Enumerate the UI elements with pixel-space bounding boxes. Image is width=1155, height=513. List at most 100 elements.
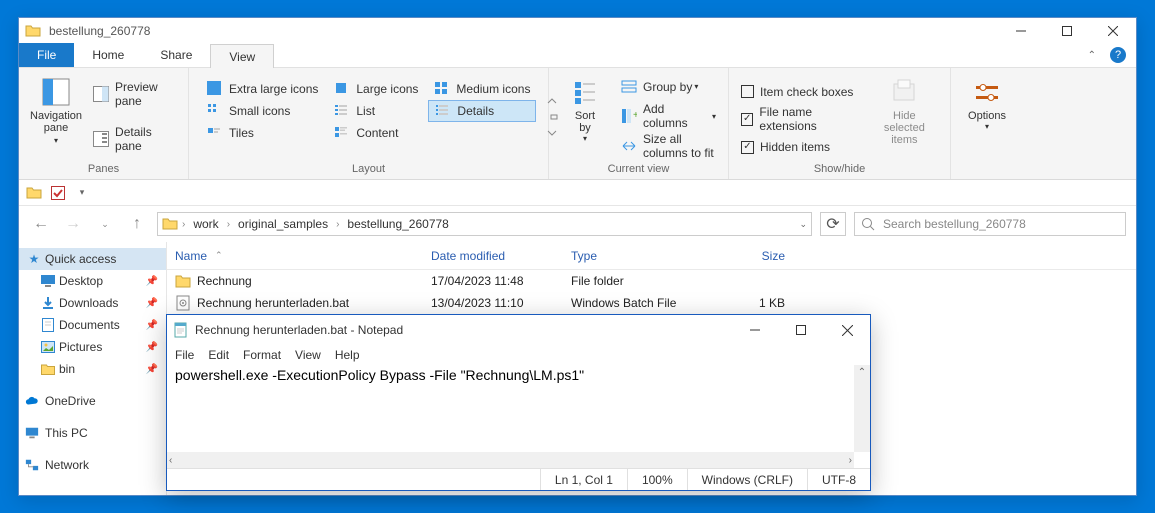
column-name[interactable]: Name⌃ (167, 249, 423, 263)
address-dropdown-icon[interactable]: ⌄ (799, 219, 807, 230)
file-name: Rechnung herunterladen.bat (197, 296, 349, 310)
layout-gallery: Extra large icons Large icons Medium ico… (197, 72, 540, 161)
notepad-window: Rechnung herunterladen.bat - Notepad Fil… (166, 314, 871, 491)
breadcrumb-segment[interactable]: bestellung_260778 (343, 217, 452, 231)
sidebar-quick-access[interactable]: ★ Quick access (19, 248, 166, 270)
chevron-right-icon[interactable]: › (182, 219, 185, 230)
scroll-left-icon[interactable]: ‹ (169, 455, 172, 466)
sidebar-item-documents[interactable]: Documents📌 (19, 314, 166, 336)
notepad-statusbar: Ln 1, Col 1 100% Windows (CRLF) UTF-8 (167, 468, 870, 490)
breadcrumb-segment[interactable]: original_samples (234, 217, 332, 231)
tab-view[interactable]: View (210, 44, 274, 68)
file-type: File folder (563, 274, 723, 288)
notepad-text-area[interactable]: powershell.exe -ExecutionPolicy Bypass -… (167, 365, 870, 468)
notepad-maximize-button[interactable] (778, 315, 824, 345)
titlebar[interactable]: bestellung_260778 (19, 18, 1136, 43)
options-button[interactable]: Options▾ (959, 72, 1015, 161)
help-icon[interactable]: ? (1110, 47, 1126, 63)
scroll-right-icon[interactable]: › (849, 455, 852, 466)
breadcrumb-segment[interactable]: work (189, 217, 222, 231)
notepad-menu-file[interactable]: File (175, 348, 194, 362)
layout-tiles[interactable]: Tiles (201, 122, 324, 144)
notepad-icon (173, 322, 189, 338)
sidebar-item-pictures[interactable]: Pictures📌 (19, 336, 166, 358)
maximize-button[interactable] (1044, 18, 1090, 43)
notepad-title: Rechnung herunterladen.bat - Notepad (195, 323, 732, 337)
vertical-scrollbar[interactable]: ⌃ (854, 365, 870, 452)
navigation-pane-button[interactable]: Navigation pane▾ (27, 72, 85, 161)
tab-share[interactable]: Share (142, 43, 210, 67)
address-bar[interactable]: › work › original_samples › bestellung_2… (157, 212, 812, 236)
file-row[interactable]: Rechnung herunterladen.bat13/04/2023 11:… (167, 292, 1136, 314)
star-icon: ★ (27, 252, 41, 266)
quick-access-toolbar: ▾ (19, 180, 1136, 206)
file-name-extensions-checkbox[interactable]: ✓File name extensions (741, 108, 867, 130)
sidebar-item-bin[interactable]: bin📌 (19, 358, 166, 380)
refresh-button[interactable]: ⟳ (820, 212, 846, 236)
search-input[interactable]: Search bestellung_260778 (854, 212, 1126, 236)
layout-content[interactable]: Content (328, 122, 424, 144)
add-columns-button[interactable]: +Add columns ▾ (617, 105, 720, 127)
preview-pane-button[interactable]: Preview pane (89, 83, 180, 105)
collapse-ribbon-icon[interactable]: ⌃ (1088, 50, 1096, 61)
layout-small-icons[interactable]: Small icons (201, 100, 324, 122)
horizontal-scrollbar[interactable]: ‹› (167, 452, 854, 468)
layout-list[interactable]: List (328, 100, 424, 122)
group-by-button[interactable]: Group by ▾ (617, 76, 720, 98)
sort-by-button[interactable]: Sort by▾ (557, 72, 613, 161)
sidebar-item-desktop[interactable]: Desktop📌 (19, 270, 166, 292)
back-button[interactable]: ← (29, 212, 53, 236)
item-check-boxes-checkbox[interactable]: Item check boxes (741, 81, 867, 103)
hide-selected-items-button[interactable]: Hide selected items (867, 72, 942, 161)
column-date[interactable]: Date modified (423, 249, 563, 263)
details-pane-button[interactable]: Details pane (89, 128, 180, 150)
notepad-close-button[interactable] (824, 315, 870, 345)
notepad-minimize-button[interactable] (732, 315, 778, 345)
up-button[interactable]: ↑ (125, 212, 149, 236)
sidebar-network[interactable]: Network (19, 454, 166, 476)
chevron-right-icon[interactable]: › (227, 219, 230, 230)
file-size: 1 KB (723, 296, 793, 310)
network-icon (25, 458, 39, 472)
status-encoding: UTF-8 (807, 469, 870, 490)
column-size[interactable]: Size (723, 249, 793, 263)
cloud-icon (25, 394, 39, 408)
notepad-menu-format[interactable]: Format (243, 348, 281, 362)
column-headers[interactable]: Name⌃ Date modified Type Size (167, 242, 1136, 270)
hidden-items-checkbox[interactable]: ✓Hidden items (741, 136, 867, 158)
sort-indicator-icon: ⌃ (215, 250, 223, 261)
sidebar-item-downloads[interactable]: Downloads📌 (19, 292, 166, 314)
layout-details[interactable]: Details (428, 100, 536, 122)
document-icon (41, 318, 55, 332)
window-title: bestellung_260778 (49, 24, 998, 38)
scroll-up-icon[interactable]: ⌃ (858, 367, 866, 378)
notepad-menu-help[interactable]: Help (335, 348, 360, 362)
minimize-button[interactable] (998, 18, 1044, 43)
folder-icon (175, 273, 191, 289)
chevron-right-icon[interactable]: › (336, 219, 339, 230)
notepad-titlebar[interactable]: Rechnung herunterladen.bat - Notepad (167, 315, 870, 345)
qat-dropdown-icon[interactable]: ▾ (73, 184, 91, 202)
ribbon: Navigation pane▾ Preview pane Details pa… (19, 68, 1136, 180)
forward-button[interactable]: → (61, 212, 85, 236)
layout-medium-icons[interactable]: Medium icons (428, 78, 536, 100)
tab-home[interactable]: Home (74, 43, 142, 67)
sidebar-onedrive[interactable]: OneDrive (19, 390, 166, 412)
folder-icon (25, 184, 43, 202)
notepad-menu-edit[interactable]: Edit (208, 348, 229, 362)
notepad-menu-view[interactable]: View (295, 348, 321, 362)
group-label-layout: Layout (197, 161, 540, 179)
group-label-panes: Panes (27, 161, 180, 179)
layout-large-icons[interactable]: Large icons (328, 78, 424, 100)
file-row[interactable]: Rechnung17/04/2023 11:48File folder (167, 270, 1136, 292)
tab-file[interactable]: File (19, 43, 74, 67)
layout-extra-large-icons[interactable]: Extra large icons (201, 78, 324, 100)
recent-dropdown-icon[interactable]: ⌄ (93, 212, 117, 236)
properties-checkbox-icon[interactable] (49, 184, 67, 202)
pictures-icon (41, 340, 55, 354)
sidebar-this-pc[interactable]: This PC (19, 422, 166, 444)
size-all-columns-button[interactable]: Size all columns to fit (617, 135, 720, 157)
column-type[interactable]: Type (563, 249, 723, 263)
close-button[interactable] (1090, 18, 1136, 43)
ribbon-tabs: File Home Share View ⌃ ? (19, 43, 1136, 68)
